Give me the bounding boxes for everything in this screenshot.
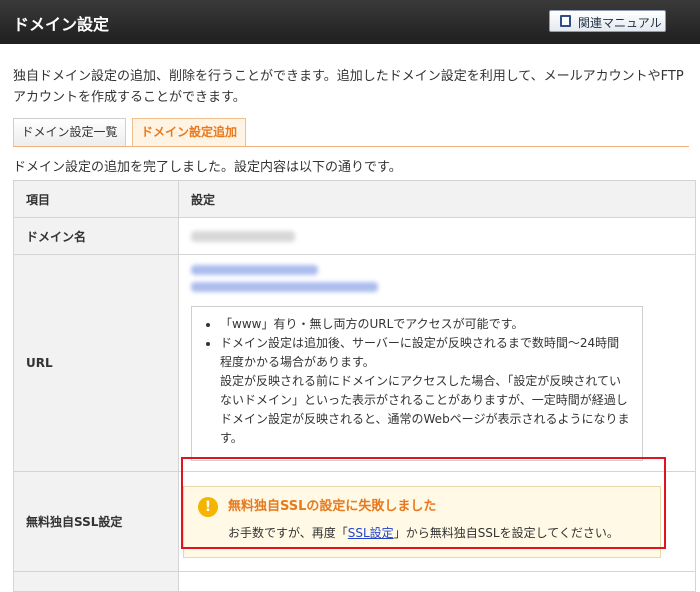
column-item: 項目 <box>13 180 179 218</box>
related-manual-label: 関連マニュアル <box>578 16 662 30</box>
table-row-next <box>13 571 696 592</box>
ssl-warning-text-before: お手数ですが、再度「 <box>228 525 348 540</box>
ssl-settings-link[interactable]: SSL設定 <box>348 526 394 540</box>
column-setting: 設定 <box>178 180 696 218</box>
ssl-warning-text-after: 」から無料独自SSLを設定してください。 <box>393 525 619 540</box>
warning-icon: ! <box>198 496 218 517</box>
url-link-redacted-2[interactable] <box>191 282 378 292</box>
tab-divider <box>13 146 689 147</box>
book-icon <box>560 15 571 27</box>
page-description: 独自ドメイン設定の追加、削除を行うことができます。追加したドメイン設定を利用して… <box>13 69 684 105</box>
tab-domain-list[interactable]: ドメイン設定一覧 <box>13 118 126 147</box>
url-link-redacted-1[interactable] <box>191 265 318 275</box>
domain-label: ドメイン名 <box>13 217 179 255</box>
next-row-value <box>178 571 696 592</box>
domain-value <box>178 217 696 255</box>
url-value: 「www」有り・無し両方のURLでアクセスが可能です。 ドメイン設定は追加後、サ… <box>178 254 696 472</box>
table-row-domain: ドメイン名 <box>13 217 696 255</box>
ssl-value: ! 無料独自SSLの設定に失敗しました お手数ですが、再度「SSL設定」から無料… <box>178 471 696 572</box>
url-note-2-main: ドメイン設定は追加後、サーバーに設定が反映されるまで数時間〜24時間程度かかる場… <box>220 336 620 369</box>
url-notes-box: 「www」有り・無し両方のURLでアクセスが可能です。 ドメイン設定は追加後、サ… <box>191 306 643 461</box>
table-row-url: URL 「www」有り・無し両方のURLでアクセスが可能です。 ドメイン設定は追… <box>13 254 696 472</box>
ssl-warning-box: ! 無料独自SSLの設定に失敗しました お手数ですが、再度「SSL設定」から無料… <box>183 485 661 558</box>
tab-domain-add[interactable]: ドメイン設定追加 <box>132 118 246 147</box>
ssl-label: 無料独自SSL設定 <box>13 471 179 572</box>
ssl-warning-title: 無料独自SSLの設定に失敗しました <box>228 498 437 514</box>
table-row-ssl: 無料独自SSL設定 ! 無料独自SSLの設定に失敗しました お手数ですが、再度「… <box>13 471 696 572</box>
ssl-warning-text: お手数ですが、再度「SSL設定」から無料独自SSLを設定してください。 <box>228 523 648 543</box>
next-row-label <box>13 571 179 592</box>
url-note-1: 「www」有り・無し両方のURLでアクセスが可能です。 <box>220 315 630 334</box>
completion-message: ドメイン設定の追加を完了しました。設定内容は以下の通りです。 <box>13 160 402 175</box>
domain-name-redacted <box>191 230 295 242</box>
url-note-2-detail: 設定が反映される前にドメインにアクセスした場合、「設定が反映されていないドメイン… <box>220 374 630 445</box>
table-header-row: 項目 設定 <box>13 180 696 218</box>
url-label: URL <box>13 254 179 472</box>
related-manual-button[interactable]: 関連マニュアル <box>549 10 666 32</box>
page-title: ドメイン設定 <box>13 15 110 34</box>
settings-table: 項目 設定 ドメイン名 URL 「www」有り・無し両方のURLでアクセスが可能… <box>13 180 696 592</box>
url-note-2: ドメイン設定は追加後、サーバーに設定が反映されるまで数時間〜24時間程度かかる場… <box>220 334 630 448</box>
page-header: ドメイン設定 関連マニュアル <box>0 0 700 44</box>
